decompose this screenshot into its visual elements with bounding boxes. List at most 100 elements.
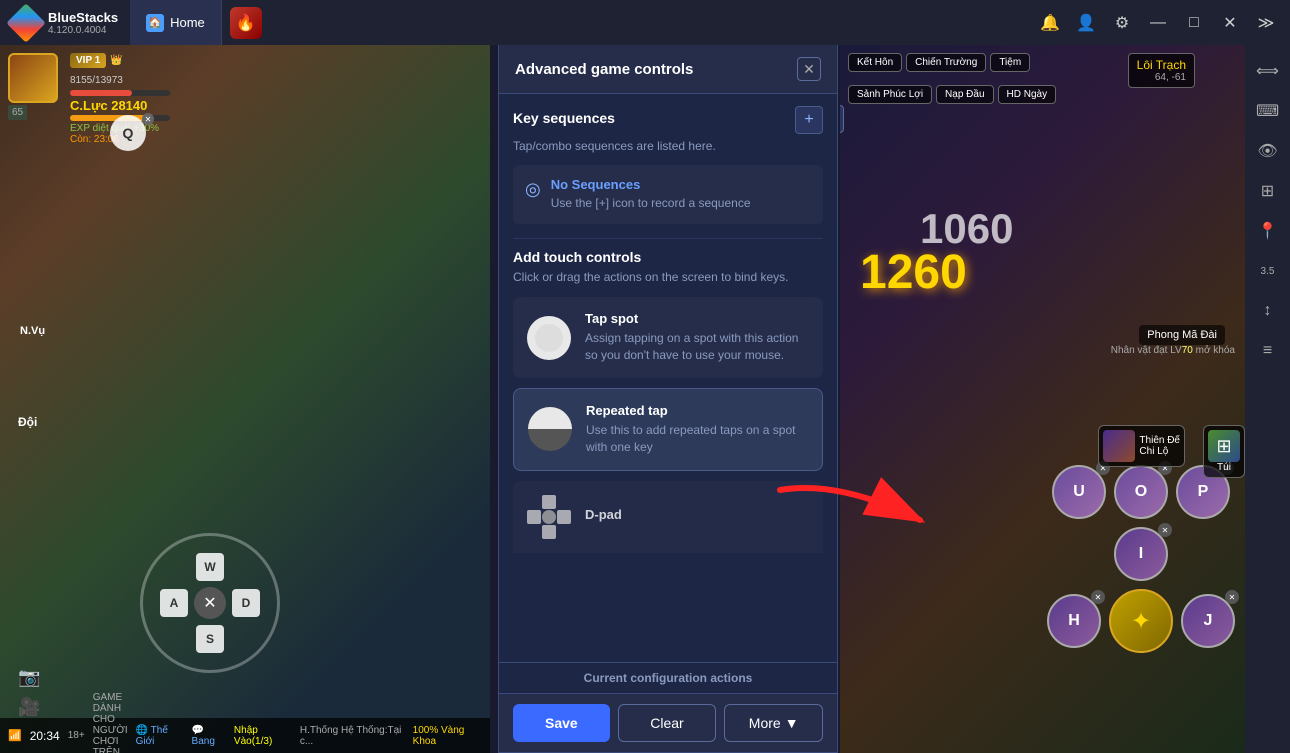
game-bottom-bar: 📶 20:34 18+ GAME DÀNH CHO NGƯỜI CHƠI TRÊ… [0,718,490,753]
key-s[interactable]: S [196,625,224,653]
dpad-partial-card[interactable]: D-pad [513,481,823,553]
tui-label: Túi [1208,462,1240,473]
tab-game[interactable]: 🔥 [222,0,270,45]
wasd-keys: W A D S ✕ [160,553,260,653]
location-coords: 64, -61 [1137,72,1186,83]
chat-btn[interactable]: 💬 Bang [192,725,226,747]
home-label: Home [170,15,205,30]
key-j-close[interactable]: ✕ [1225,590,1239,604]
sidebar-keyboard-icon[interactable]: ⌨ [1250,93,1286,129]
system-msg: H.Thống Hệ Thống:Tại c... [300,725,405,747]
clear-button[interactable]: Clear [618,704,717,742]
profile-icon[interactable]: 👤 [1070,7,1102,39]
key-sequences-desc: Tap/combo sequences are listed here. [513,138,823,155]
sidebar-dpi-label: 3.5 [1250,253,1286,289]
action-keys: U ✕ O ✕ P ✕ I ✕ [1047,465,1235,653]
sidebar-grid-icon[interactable]: ⊞ [1250,173,1286,209]
second-menu-btns: Sảnh Phúc Lợi Nạp Đầu HD Ngày [848,85,1056,104]
damage-number-1: 1260 [860,245,967,300]
game-warning: GAME DÀNH CHO NGƯỜI CHƠI TRÊN 18 TUỔI [93,692,128,753]
game-area-left: VIP 1 👑 8155/13973 C.Lực 28140 EXP diệt … [0,45,490,753]
sidebar-resize-icon[interactable]: ⟺ [1250,53,1286,89]
hp-stat: 8155/13973 [70,75,123,86]
minimize-icon[interactable]: — [1142,7,1174,39]
agc-header: Advanced game controls ✕ [499,45,837,94]
add-sequence-button[interactable]: + [795,106,823,134]
top-bar: BlueStacks 4.120.0.4004 🏠 Home 🔥 🔔 👤 ⚙ —… [0,0,1290,45]
key-a[interactable]: A [160,589,188,617]
save-button[interactable]: Save [513,704,610,742]
more-button[interactable]: More ▼ [724,704,823,742]
camera-icon[interactable]: 📷 [18,667,40,688]
tap-spot-card[interactable]: Tap spot Assign tapping on a spot with t… [513,297,823,378]
no-sequences-box: ◎ No Sequences Use the [+] icon to recor… [513,165,823,224]
video-icon[interactable]: 🎥 [18,697,40,718]
repeated-tap-content: Repeated tap Use this to add repeated ta… [586,403,808,456]
special-skill-btn[interactable]: ✦ [1109,589,1173,653]
notification-icon[interactable]: 🔔 [1034,7,1066,39]
dpad-content: D-pad [585,507,622,526]
tap-spot-icon [527,316,571,360]
location-name: Lôi Trạch [1137,58,1186,72]
btn-sanh-phuc-loi[interactable]: Sảnh Phúc Lợi [848,85,932,104]
tap-spot-desc: Assign tapping on a spot with this actio… [585,330,809,364]
tui-btn[interactable]: ⊞ Túi [1203,425,1245,478]
more-label: More [749,715,781,731]
settings-icon[interactable]: ⚙ [1106,7,1138,39]
no-sequences-desc: Use the [+] icon to record a sequence [551,195,751,212]
current-config-bar: Current configuration actions [499,662,837,693]
bluestacks-logo: BlueStacks 4.120.0.4004 [0,9,130,37]
tab-home[interactable]: 🏠 Home [130,0,222,45]
agc-title: Advanced game controls [515,61,693,78]
right-sidebar: ⟺ ⌨ 👁 ⊞ 📍 3.5 ↕ ≡ [1245,45,1290,753]
sidebar-lines-icon[interactable]: ≡ [1250,333,1286,369]
repeated-tap-title: Repeated tap [586,403,808,418]
btn-hd-ngay[interactable]: HD Ngày [998,85,1057,104]
thien-de-label: Thiên ĐếChi Lộ [1139,435,1180,457]
btn-ket-hon[interactable]: Kết Hôn [848,53,902,72]
time-display: 20:34 [30,729,60,743]
close-icon[interactable]: ✕ [1214,7,1246,39]
wasd-joystick: W A D S ✕ [140,533,280,673]
maximize-icon[interactable]: □ [1178,7,1210,39]
doi-label: Đội [18,415,37,429]
sidebar-location-icon[interactable]: 📍 [1250,213,1286,249]
expand-icon[interactable]: ≫ [1250,7,1282,39]
btn-nap-dau[interactable]: Nạp Đầu [936,85,993,104]
key-q-close[interactable]: ✕ [142,113,154,125]
top-bar-controls: 🔔 👤 ⚙ — □ ✕ ≫ [1034,7,1290,39]
map-btn[interactable]: 🌐 Thế Giới [136,725,184,747]
key-i-close[interactable]: ✕ [1158,523,1172,537]
btn-tiem[interactable]: Tiệm [990,53,1030,72]
repeated-tap-icon [528,407,572,451]
game-area-right: Lôi Trạch 64, -61 Kết Hôn Chiến Trường T… [840,45,1245,753]
sidebar-eye-icon[interactable]: 👁 [1250,133,1286,169]
wifi-icon: 📶 [8,729,22,742]
repeated-tap-card[interactable]: Repeated tap Use this to add repeated ta… [513,388,823,471]
logo-icon [6,3,46,43]
dpad-icon [527,495,571,539]
key-w[interactable]: W [196,553,224,581]
agc-close-button[interactable]: ✕ [797,57,821,81]
age-warning: 18+ [68,730,85,741]
thien-de-icon [1103,430,1135,462]
char-status: Phong Mã Đài [1139,325,1225,345]
no-sequences-title: No Sequences [551,177,751,192]
touch-controls-desc: Click or drag the actions on the screen … [513,269,823,286]
sidebar-scroll-icon[interactable]: ↕ [1250,293,1286,329]
key-sequences-header: Key sequences + [513,106,823,134]
no-sequences-content: No Sequences Use the [+] icon to record … [551,177,751,212]
dpad-title: D-pad [585,507,622,522]
agc-panel: Advanced game controls ✕ Key sequences +… [498,45,838,753]
agc-body[interactable]: Key sequences + Tap/combo sequences are … [499,94,837,662]
damage-number-2: 1060 [920,205,1013,253]
more-chevron-icon: ▼ [785,715,799,731]
agc-footer: Save Clear More ▼ [499,693,837,752]
tui-icon: ⊞ [1208,430,1240,462]
key-q[interactable]: Q [110,115,146,151]
expand-left-btn[interactable]: ▶ [840,105,844,133]
key-h-close[interactable]: ✕ [1091,590,1105,604]
key-d[interactable]: D [232,589,260,617]
thien-de-btn[interactable]: Thiên ĐếChi Lộ [1098,425,1185,467]
btn-chien-truong[interactable]: Chiến Trường [906,53,986,72]
